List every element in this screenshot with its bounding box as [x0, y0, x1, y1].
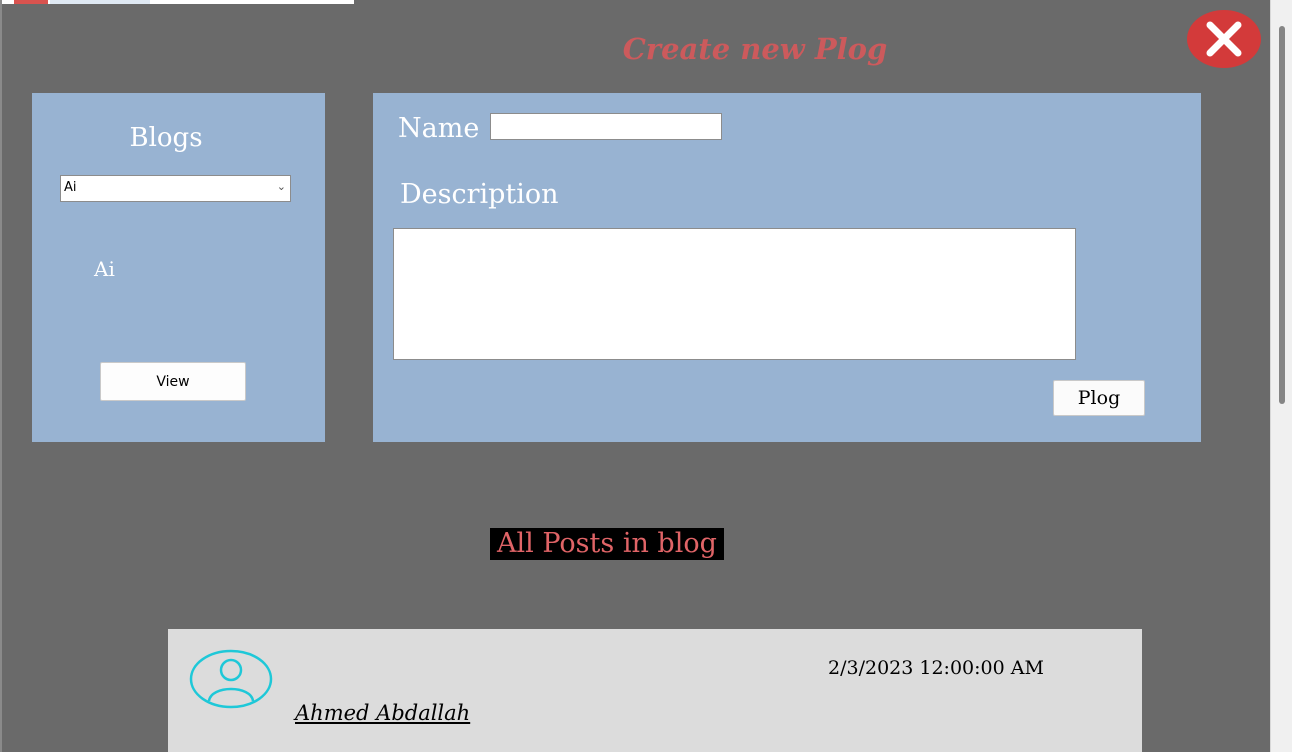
post-author-link[interactable]: Ahmed Abdallah [295, 701, 470, 725]
user-avatar-icon [189, 649, 273, 709]
name-input[interactable] [490, 113, 722, 140]
posts-heading: All Posts in blog [490, 528, 724, 560]
window-left-edge [0, 0, 2, 752]
background-window-strip [0, 0, 354, 4]
create-plog-form: Name Description Plog [373, 93, 1201, 442]
post-date: 2/3/2023 12:00:00 AM [828, 657, 1044, 679]
close-button[interactable] [1187, 10, 1261, 68]
scrollbar-thumb[interactable] [1279, 26, 1285, 404]
description-label: Description [400, 179, 559, 210]
selected-blog-label: Ai [94, 257, 115, 281]
blog-select-value: Ai [64, 180, 77, 195]
page-title: Create new Plog [622, 32, 888, 66]
description-textarea[interactable] [393, 228, 1076, 360]
chevron-down-icon: ⌄ [276, 180, 286, 193]
blogs-panel: Blogs Ai ⌄ Ai View [32, 93, 325, 442]
blogs-title: Blogs [129, 123, 203, 153]
view-button[interactable]: View [100, 362, 246, 401]
vertical-scrollbar[interactable] [1270, 0, 1292, 752]
blog-select[interactable]: Ai ⌄ [60, 175, 291, 202]
name-label: Name [398, 113, 480, 144]
close-icon [1206, 21, 1242, 57]
post-card: 2/3/2023 12:00:00 AM Ahmed Abdallah [168, 629, 1142, 752]
plog-button[interactable]: Plog [1053, 380, 1145, 416]
